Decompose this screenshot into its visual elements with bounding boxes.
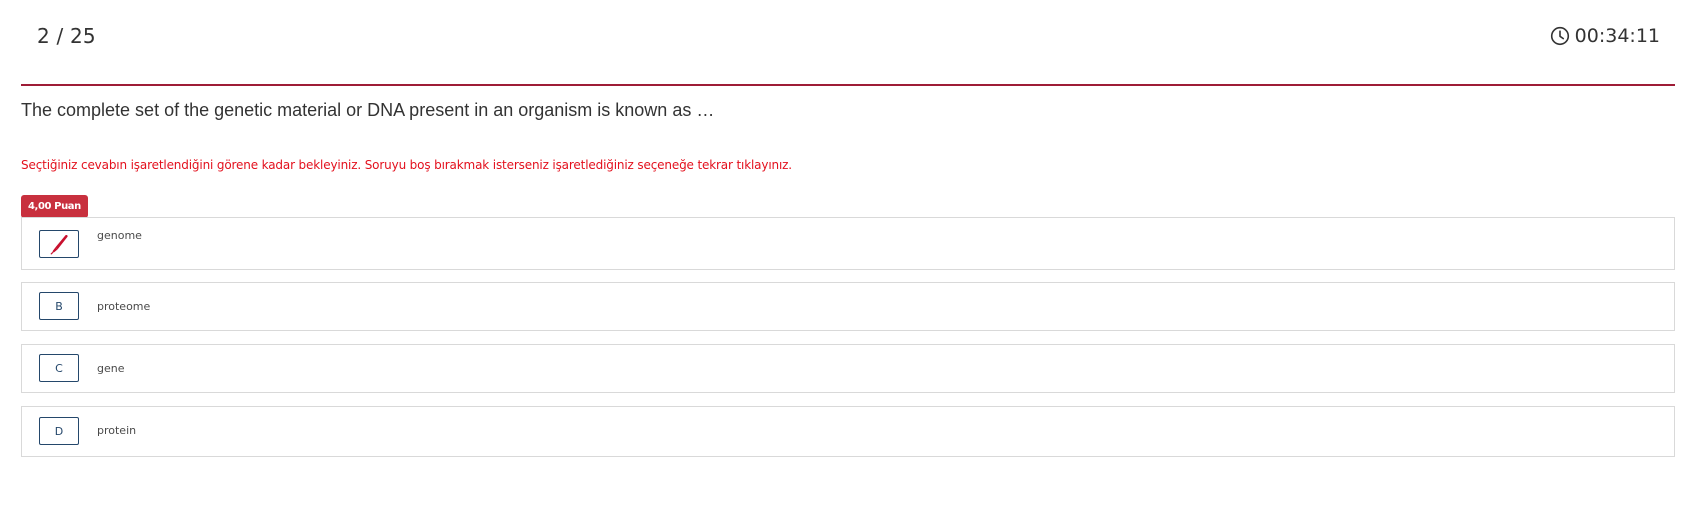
option-a-marker[interactable] bbox=[39, 230, 79, 258]
option-b-letter[interactable]: B bbox=[39, 292, 79, 320]
option-c-text: gene bbox=[97, 362, 125, 375]
question-text: The complete set of the genetic material… bbox=[21, 100, 715, 120]
timer-value: 00:34:11 bbox=[1574, 25, 1660, 47]
option-b[interactable]: B proteome bbox=[21, 282, 1675, 331]
option-d[interactable]: D protein bbox=[21, 406, 1675, 457]
option-b-text: proteome bbox=[97, 300, 151, 313]
option-c[interactable]: C gene bbox=[21, 344, 1675, 393]
exam-header: 2 / 25 00:34:11 bbox=[0, 0, 1682, 86]
header-divider bbox=[21, 84, 1675, 86]
timer: 00:34:11 bbox=[1550, 25, 1660, 47]
option-d-text: protein bbox=[97, 424, 137, 437]
clock-icon bbox=[1550, 26, 1569, 46]
option-a[interactable]: genome bbox=[21, 217, 1675, 270]
points-badge: 4,00 Puan bbox=[21, 195, 88, 218]
option-c-letter[interactable]: C bbox=[39, 354, 79, 382]
warning-message: Seçtiğiniz cevabın işaretlendiğini gören… bbox=[21, 158, 792, 172]
question-counter: 2 / 25 bbox=[37, 24, 96, 48]
option-a-text: genome bbox=[97, 229, 142, 242]
option-d-letter[interactable]: D bbox=[39, 417, 79, 445]
marker-pen-icon bbox=[50, 234, 68, 255]
